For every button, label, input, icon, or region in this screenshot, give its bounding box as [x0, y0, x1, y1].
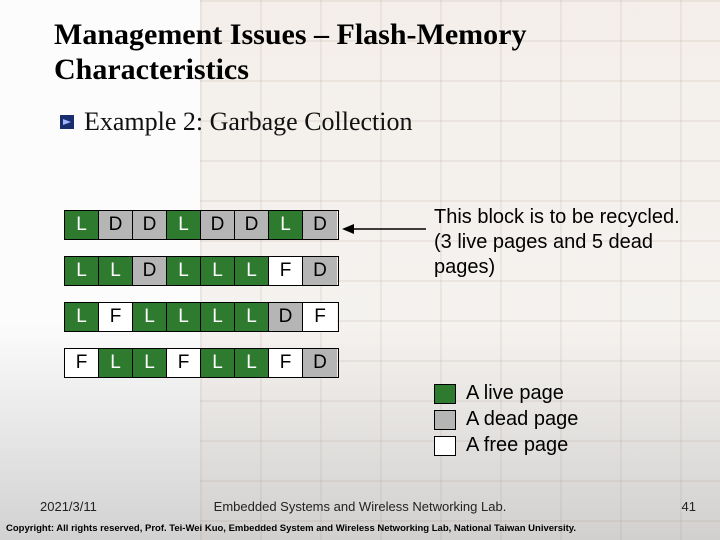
legend-live-label: A live page — [466, 382, 564, 405]
legend-free-label: A free page — [466, 434, 568, 457]
page-cell: D — [303, 211, 337, 239]
subtitle-row: Example 2: Garbage Collection — [0, 93, 720, 137]
footer-center: Embedded Systems and Wireless Networking… — [0, 499, 720, 514]
bullet-icon — [60, 115, 74, 129]
page-cell: L — [269, 211, 303, 239]
legend-dead-label: A dead page — [466, 408, 578, 431]
page-cell: F — [269, 349, 303, 377]
legend: A live page A dead page A free page — [434, 382, 578, 460]
slide-subtitle: Example 2: Garbage Collection — [84, 107, 413, 137]
legend-free: A free page — [434, 434, 578, 457]
page-cell: F — [167, 349, 201, 377]
swatch-live-icon — [434, 384, 456, 404]
page-cell: D — [235, 211, 269, 239]
page-cell: L — [235, 257, 269, 285]
recycle-note: This block is to be recycled. (3 live pa… — [434, 205, 704, 280]
page-cell: F — [65, 349, 99, 377]
arrow-icon — [342, 220, 426, 238]
page-cell: D — [201, 211, 235, 239]
page-cell: L — [99, 257, 133, 285]
page-cell: D — [133, 211, 167, 239]
swatch-free-icon — [434, 436, 456, 456]
block-row: LFLLLLDF — [64, 302, 339, 332]
legend-dead: A dead page — [434, 408, 578, 431]
page-cell: L — [201, 257, 235, 285]
slide: Management Issues – Flash-Memory Charact… — [0, 0, 720, 540]
page-cell: L — [235, 349, 269, 377]
note-line2: (3 live pages and 5 dead pages) — [434, 230, 704, 280]
page-cell: D — [133, 257, 167, 285]
page-cell: D — [303, 349, 337, 377]
page-cell: L — [167, 257, 201, 285]
legend-live: A live page — [434, 382, 578, 405]
page-cell: F — [99, 303, 133, 331]
swatch-dead-icon — [434, 410, 456, 430]
page-cell: D — [269, 303, 303, 331]
block-row: LLDLLLFD — [64, 256, 339, 286]
page-cell: L — [133, 303, 167, 331]
page-cell: L — [133, 349, 167, 377]
slide-title: Management Issues – Flash-Memory Charact… — [0, 0, 720, 93]
page-cell: L — [167, 303, 201, 331]
footer-copyright: Copyright: All rights reserved, Prof. Te… — [6, 523, 576, 534]
page-cell: L — [65, 303, 99, 331]
page-cell: L — [201, 349, 235, 377]
block-row: FLLFLLFD — [64, 348, 339, 378]
page-cell: L — [167, 211, 201, 239]
footer-page: 41 — [682, 499, 696, 514]
page-cell: L — [65, 211, 99, 239]
page-cell: F — [303, 303, 337, 331]
page-cell: F — [269, 257, 303, 285]
page-cell: L — [201, 303, 235, 331]
note-line1: This block is to be recycled. — [434, 205, 704, 230]
page-cell: L — [99, 349, 133, 377]
block-row: LDDLDDLD — [64, 210, 339, 240]
page-cell: D — [99, 211, 133, 239]
page-cell: L — [235, 303, 269, 331]
page-cell: L — [65, 257, 99, 285]
page-cell: D — [303, 257, 337, 285]
